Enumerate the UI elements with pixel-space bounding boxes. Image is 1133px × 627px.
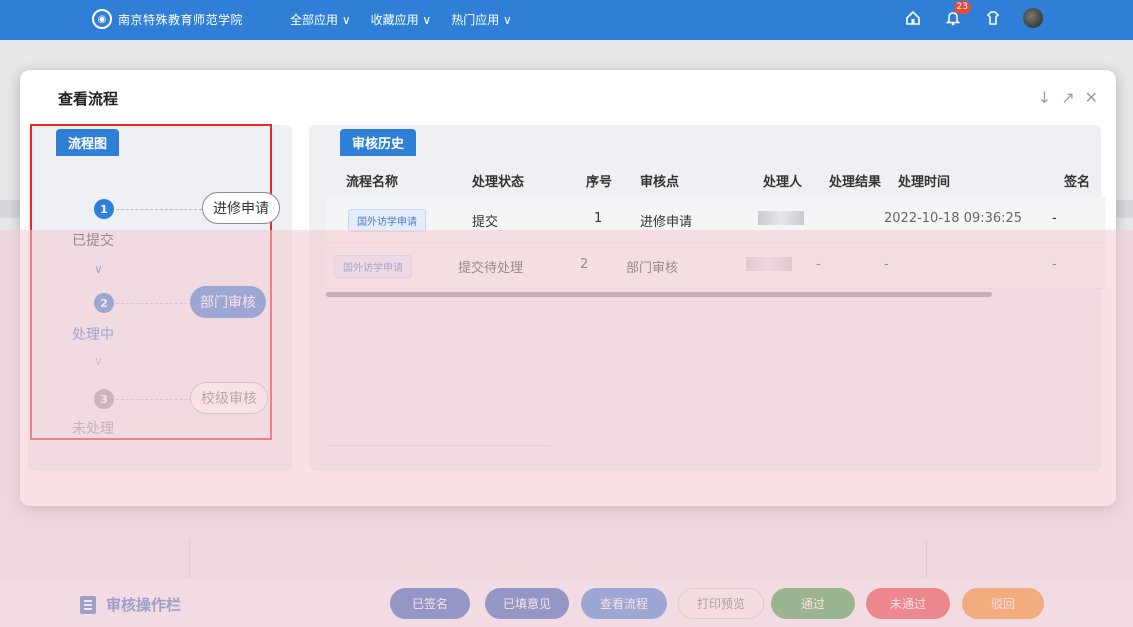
step-node-school-review[interactable]: 校级审核	[190, 382, 268, 414]
table-row[interactable]: 国外访学申请 提交待处理 2 部门审核 - - -	[326, 243, 1106, 289]
top-icons: 23	[903, 1, 1043, 28]
cell-seq: 1	[594, 211, 603, 226]
notification-badge: 23	[953, 1, 971, 14]
step-status: 已提交	[72, 233, 114, 249]
step-status: 未处理	[72, 421, 114, 437]
school-name: 南京特殊教育师范学院	[118, 12, 244, 27]
col-flow-name: 流程名称	[346, 175, 399, 190]
flow-step-2: 2 部门审核	[32, 284, 272, 324]
cell-seq: 2	[580, 257, 589, 272]
top-nav: 全部应用 ∨ 收藏应用 ∨ 热门应用 ∨	[290, 11, 512, 28]
action-bar-title: 审核操作栏	[80, 594, 181, 615]
step-connector	[116, 209, 202, 210]
chevron-down-icon: ∨	[94, 354, 103, 368]
flow-step-3: 3 校级审核	[32, 380, 272, 420]
table-bottom-border	[326, 445, 551, 446]
col-sign: 签名	[1064, 175, 1091, 190]
handler-avatar-blurred	[746, 257, 792, 271]
audit-history-tag: 审核历史	[340, 129, 417, 156]
minimize-icon[interactable]: ↓	[1038, 88, 1051, 107]
signed-button[interactable]: 已签名	[390, 588, 470, 619]
step-number: 1	[94, 199, 114, 219]
print-preview-button[interactable]: 打印预览	[678, 588, 764, 619]
modal-title: 查看流程	[58, 90, 119, 108]
view-flow-button[interactable]: 查看流程	[581, 588, 667, 619]
step-number: 3	[94, 389, 114, 409]
document-icon	[80, 595, 96, 614]
cell-time: -	[884, 257, 889, 272]
flow-step-1: 1 进修申请	[32, 190, 280, 230]
col-node: 审核点	[640, 175, 680, 190]
col-seq: 序号	[586, 175, 613, 190]
table-horizontal-scrollbar[interactable]	[326, 292, 992, 297]
flow-name-tag: 国外访学申请	[334, 255, 412, 278]
modal-actions: ↓ ↗ ✕	[1038, 88, 1098, 107]
table-row[interactable]: 国外访学申请 提交 1 进修申请 2022-10-18 09:36:25 -	[326, 197, 1106, 243]
cell-time: 2022-10-18 09:36:25	[884, 211, 1023, 226]
cell-node: 部门审核	[626, 261, 679, 276]
col-status: 处理状态	[472, 175, 525, 190]
col-time: 处理时间	[898, 175, 951, 190]
cell-sign: -	[1052, 211, 1057, 226]
bell-icon[interactable]: 23	[943, 1, 971, 28]
action-bar-label: 审核操作栏	[106, 596, 182, 614]
school-emblem-icon: ◉	[92, 9, 112, 29]
home-icon[interactable]	[903, 8, 923, 28]
skin-icon[interactable]	[983, 8, 1003, 28]
cell-status: 提交待处理	[458, 261, 524, 276]
flow-name-tag: 国外访学申请	[348, 209, 426, 232]
step-status: 处理中	[72, 327, 114, 343]
step-number: 2	[94, 293, 114, 313]
step-node-submit[interactable]: 进修申请	[202, 192, 280, 224]
step-node-dept-review[interactable]: 部门审核	[190, 286, 266, 318]
school-logo[interactable]: ◉ 南京特殊教育师范学院	[92, 9, 243, 29]
reject-button[interactable]: 未通过	[866, 588, 950, 619]
nav-all-apps[interactable]: 全部应用 ∨	[290, 11, 351, 28]
cell-sign: -	[1052, 257, 1057, 272]
cell-status: 提交	[472, 215, 499, 230]
cell-node: 进修申请	[640, 215, 693, 230]
top-navbar: ◉ 南京特殊教育师范学院 全部应用 ∨ 收藏应用 ∨ 热门应用 ∨ 23	[0, 0, 1133, 40]
table-header: 流程名称 处理状态 序号 审核点 处理人 处理结果 处理时间 签名	[326, 163, 1106, 195]
user-avatar[interactable]	[1023, 8, 1043, 28]
highlight-frame: 1 进修申请 已提交 ∨ 2 部门审核 处理中 ∨ 3 校级审核 未处理	[30, 124, 280, 440]
opinion-filled-button[interactable]: 已填意见	[485, 588, 569, 619]
approve-button[interactable]: 通过	[771, 588, 855, 619]
handler-avatar-blurred	[758, 211, 804, 225]
chevron-down-icon: ∨	[94, 262, 103, 276]
return-button[interactable]: 驳回	[962, 588, 1044, 619]
audit-action-bar: 审核操作栏 已签名 已填意见 查看流程 打印预览 通过 未通过 驳回	[0, 578, 1133, 627]
col-handler: 处理人	[763, 175, 803, 190]
cell-result: -	[816, 257, 821, 272]
close-icon[interactable]: ✕	[1085, 88, 1098, 107]
col-result: 处理结果	[829, 175, 882, 190]
maximize-icon[interactable]: ↗	[1061, 88, 1074, 107]
nav-favorite-apps[interactable]: 收藏应用 ∨	[371, 11, 432, 28]
nav-popular-apps[interactable]: 热门应用 ∨	[451, 11, 512, 28]
